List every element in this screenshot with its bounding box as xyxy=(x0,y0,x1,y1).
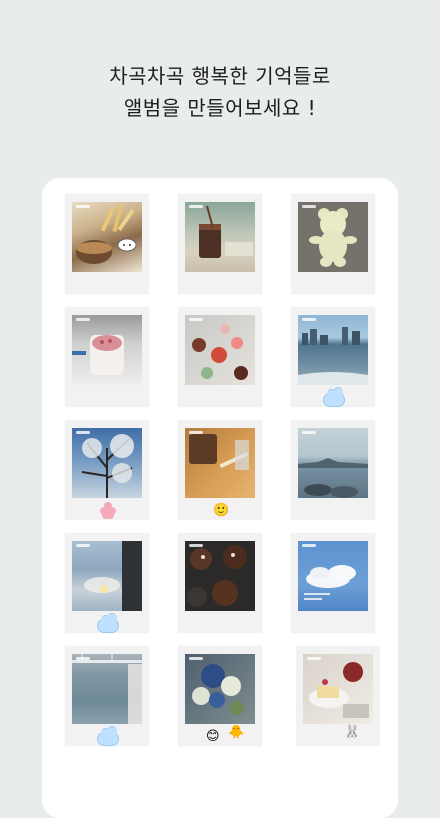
photo-city-seaside xyxy=(298,315,368,385)
photo-card-cake[interactable]: 🐰 xyxy=(296,646,380,746)
window-illustration xyxy=(84,541,142,611)
headline-line-1: 차곡차곡 행복한 기억들로 xyxy=(109,64,331,88)
photo-corner-mark xyxy=(302,318,316,321)
photo-corner-mark xyxy=(189,318,203,321)
cake-illustration xyxy=(309,662,369,718)
candies-illustration xyxy=(192,324,248,380)
photo-corner-mark xyxy=(76,205,90,208)
cloud-sticker xyxy=(97,726,119,746)
photo-corner-mark xyxy=(302,544,316,547)
photo-card-cherry-blossom[interactable] xyxy=(65,420,149,520)
muffins-illustration xyxy=(187,545,247,607)
cloud-face-sticker xyxy=(117,236,137,256)
photo-corner-mark xyxy=(76,431,90,434)
seaside-illustration xyxy=(298,458,368,498)
photo-cloudy-window-sky xyxy=(72,541,142,611)
tree-illustration xyxy=(81,434,134,498)
photo-iced-coffee xyxy=(185,202,255,272)
bear-cookie-illustration xyxy=(309,208,357,267)
coffee-table-illustration xyxy=(189,434,249,470)
photo-card-blue-sky[interactable] xyxy=(291,533,375,633)
photo-card-bouquet[interactable]: 😊 🐥 xyxy=(178,646,262,746)
photo-strawberry-drink xyxy=(72,315,142,385)
photo-card-coffee-table[interactable]: 🙂 xyxy=(178,420,262,520)
photo-flower-bouquet xyxy=(185,654,255,724)
photo-cake-and-berries xyxy=(303,654,373,724)
smiley-sticker: 🙂 xyxy=(213,503,230,518)
sky-cloud-illustration xyxy=(304,565,356,600)
photo-chocolate-muffins xyxy=(185,541,255,611)
face-sticker: 😊 xyxy=(206,729,220,744)
photo-card-strawberry-drink[interactable] xyxy=(65,307,149,407)
photo-corner-mark xyxy=(189,544,203,547)
chick-sticker: 🐥 xyxy=(228,725,245,740)
photo-card-sea-bridge[interactable] xyxy=(291,420,375,520)
photo-card-bear-cookie[interactable] xyxy=(291,194,375,294)
photo-card-candies[interactable] xyxy=(178,307,262,407)
photo-corner-mark xyxy=(76,544,90,547)
bunny-sticker: 🐰 xyxy=(344,725,361,740)
coffee-cup-illustration xyxy=(199,205,253,258)
photo-corner-mark xyxy=(189,657,203,660)
photo-corner-mark xyxy=(307,657,321,660)
photo-blue-sky-cloud xyxy=(298,541,368,611)
photo-bridge-and-sea xyxy=(72,654,142,724)
photo-sea-bridge xyxy=(298,428,368,498)
cloud-sticker xyxy=(97,613,119,633)
bridge-illustration xyxy=(72,654,142,724)
album-card: 🙂 😊 🐥 🐰 xyxy=(42,178,398,818)
bouquet-illustration xyxy=(192,664,244,715)
photo-corner-mark xyxy=(302,431,316,434)
cloud-sticker xyxy=(323,387,345,407)
headline-line-2: 앨범을 만들어보세요 ! xyxy=(123,96,317,120)
photo-candies xyxy=(185,315,255,385)
photo-card-iced-coffee[interactable] xyxy=(178,194,262,294)
flower-sticker xyxy=(100,502,116,519)
skyline-illustration xyxy=(298,327,368,385)
photo-corner-mark xyxy=(189,205,203,208)
strawberry-drink-illustration xyxy=(72,335,124,375)
headline: 차곡차곡 행복한 기억들로 앨범을 만들어보세요 ! xyxy=(0,60,440,124)
photo-card-city-seaside[interactable] xyxy=(291,307,375,407)
photo-corner-mark xyxy=(302,205,316,208)
photo-corner-mark xyxy=(76,657,90,660)
photo-card-fries[interactable] xyxy=(65,194,149,294)
photo-coffee-on-table xyxy=(185,428,255,498)
photo-bear-cookie xyxy=(298,202,368,272)
photo-card-muffins[interactable] xyxy=(178,533,262,633)
photo-card-cloudy-window[interactable] xyxy=(65,533,149,633)
photo-corner-mark xyxy=(76,318,90,321)
photo-corner-mark xyxy=(189,431,203,434)
photo-card-bridge-sea[interactable] xyxy=(65,646,149,746)
photo-cherry-blossom-tree xyxy=(72,428,142,498)
